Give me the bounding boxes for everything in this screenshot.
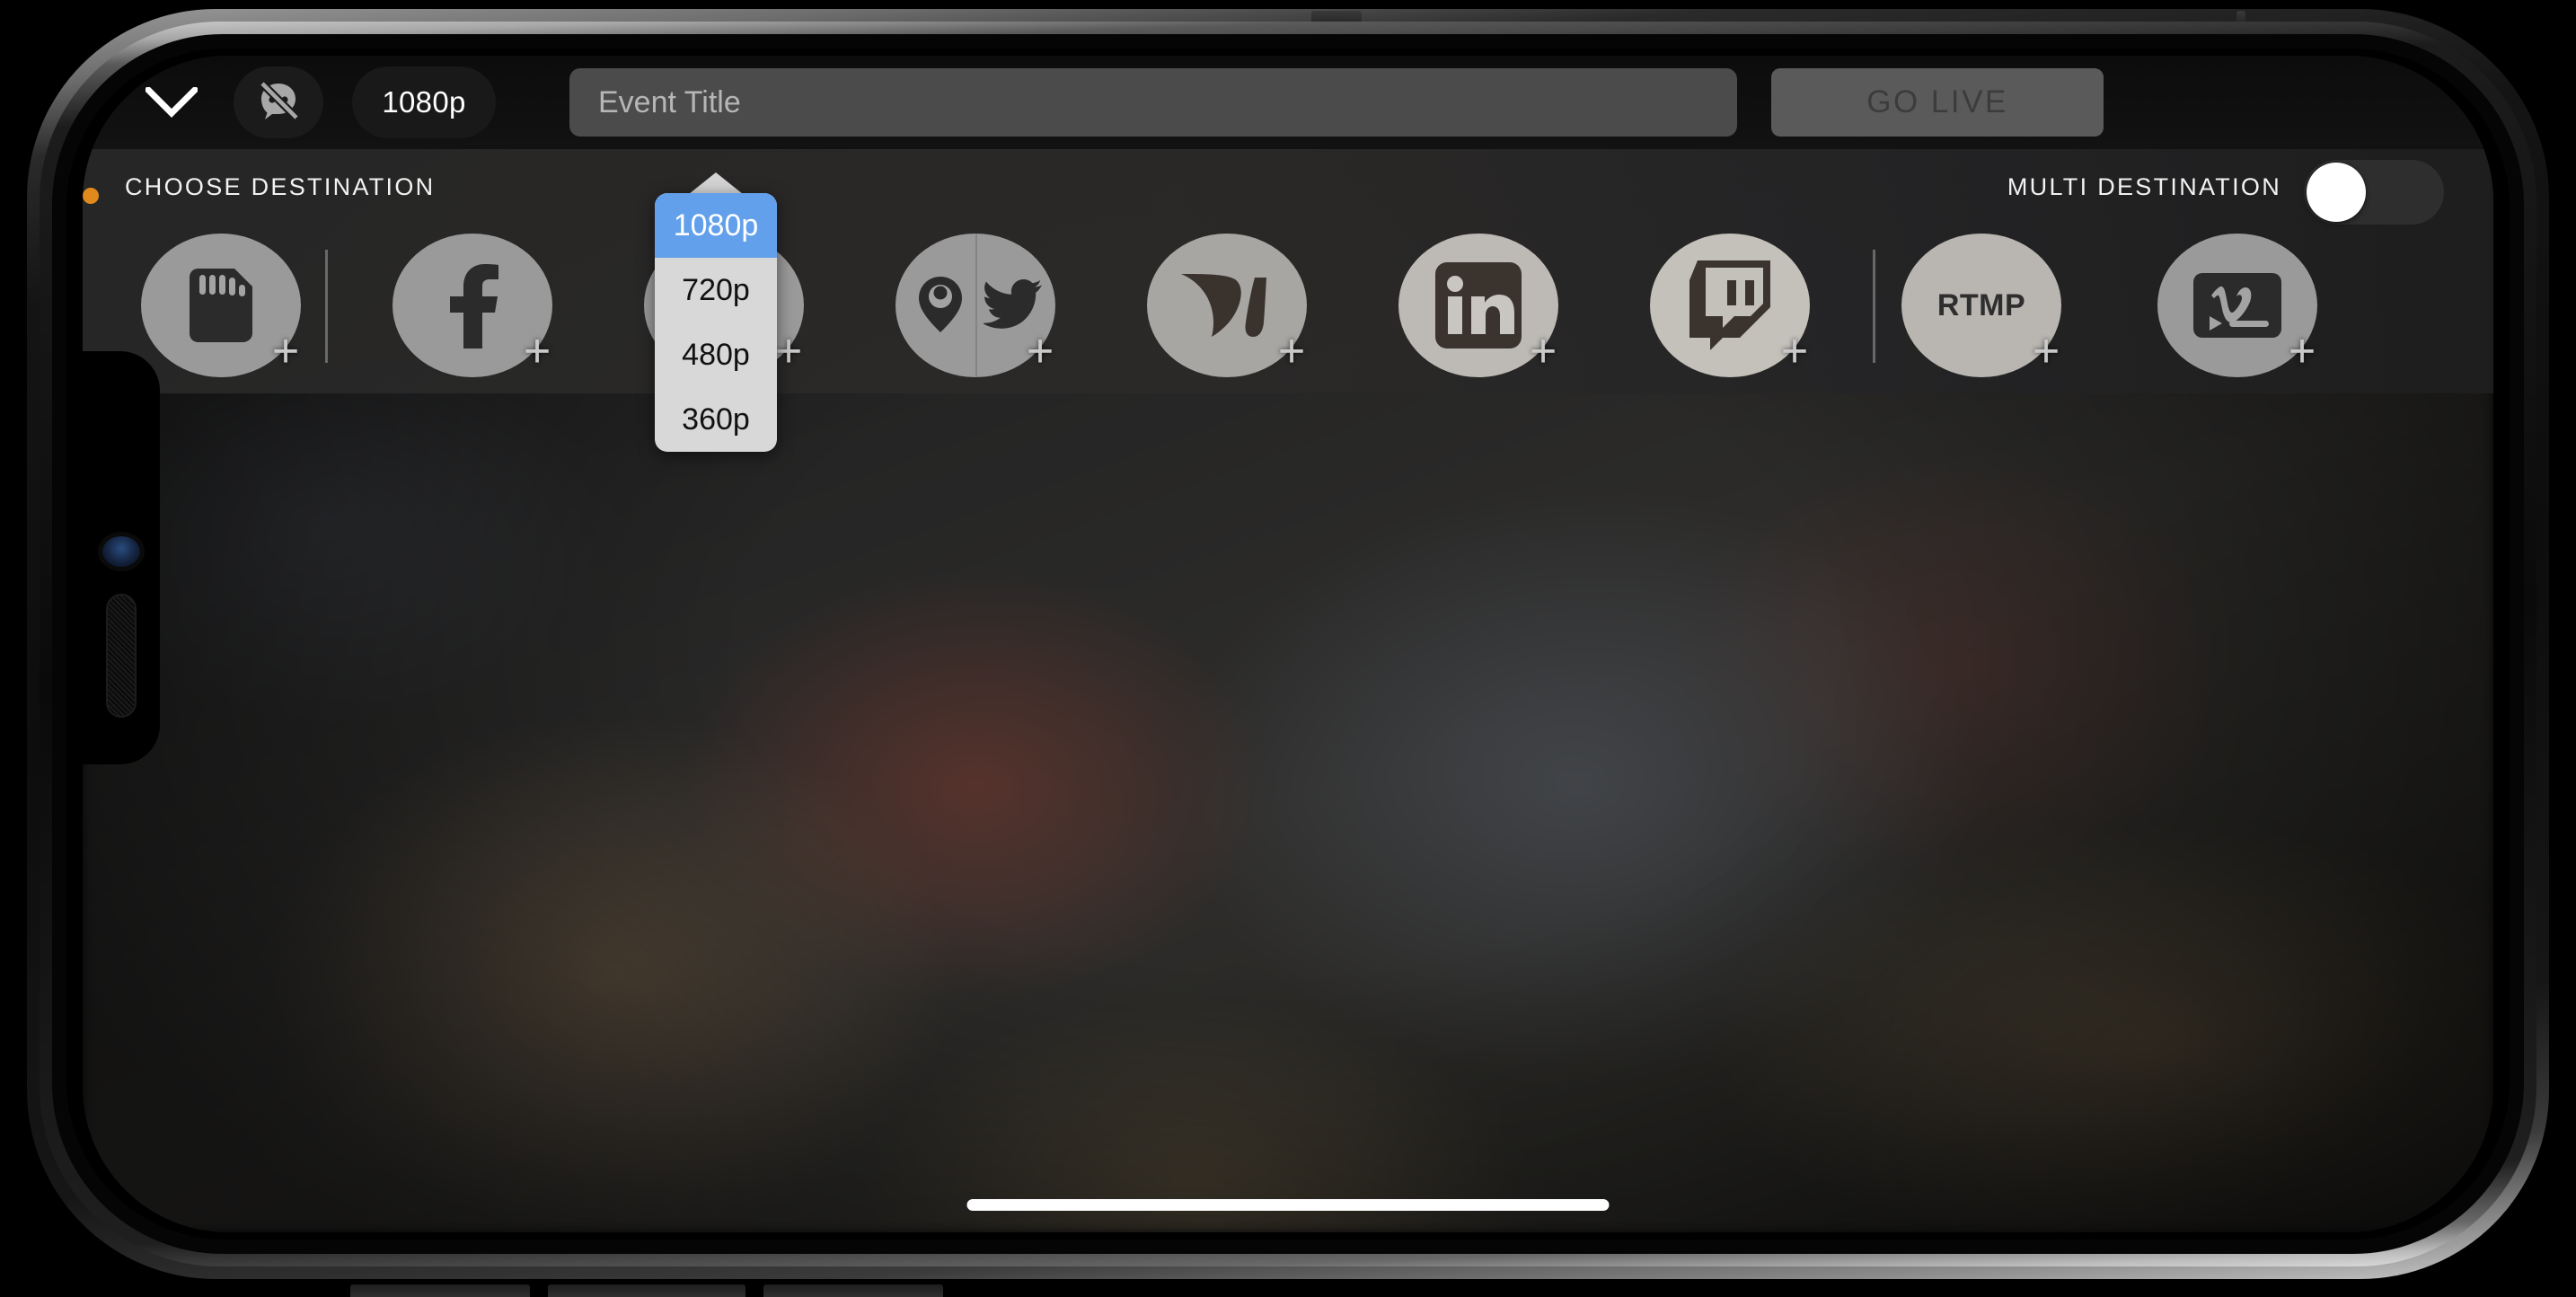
vimeo-livestream-icon xyxy=(2192,271,2283,340)
destination-group-divider xyxy=(1873,250,1875,363)
twitter-icon xyxy=(984,278,1043,329)
choose-destination-label: CHOOSE DESTINATION xyxy=(125,173,436,200)
add-destination-icon[interactable]: + xyxy=(1519,327,1567,375)
resolution-value-label: 1080p xyxy=(382,85,466,119)
dropdown-arrow-icon xyxy=(689,172,743,194)
wowza-icon xyxy=(1179,270,1275,340)
collapse-panel-button[interactable] xyxy=(131,68,212,137)
device-button-bottom-2[interactable] xyxy=(548,1284,745,1297)
linkedin-icon xyxy=(1434,260,1523,350)
destination-rtmp[interactable]: RTMP + xyxy=(1901,234,2061,377)
front-camera-icon xyxy=(102,536,140,567)
comment-off-icon xyxy=(255,77,302,128)
multi-destination-toggle[interactable] xyxy=(2304,160,2444,225)
add-destination-icon[interactable]: + xyxy=(2278,327,2326,375)
destination-split-divider xyxy=(975,234,977,377)
go-live-button[interactable]: GO LIVE xyxy=(1771,68,2104,137)
toggle-knob xyxy=(2307,163,2366,222)
dropdown-option-360p[interactable]: 360p xyxy=(655,387,777,452)
twitch-icon xyxy=(1686,259,1774,352)
chevron-down-icon xyxy=(146,87,198,118)
destination-facebook[interactable]: + xyxy=(393,234,552,377)
comments-toggle-button[interactable] xyxy=(234,66,323,138)
dropdown-option-720p[interactable]: 720p xyxy=(655,258,777,322)
home-indicator[interactable] xyxy=(966,1199,1610,1211)
facebook-icon xyxy=(443,262,502,349)
destination-twitch[interactable]: + xyxy=(1650,234,1810,377)
periscope-icon xyxy=(917,275,964,334)
top-control-bar: 1080p GO LIVE xyxy=(83,56,2493,149)
choose-destination-panel: CHOOSE DESTINATION MULTI DESTINATION + +… xyxy=(83,149,2493,393)
destination-linkedin[interactable]: + xyxy=(1398,234,1558,377)
destination-vimeo[interactable]: + xyxy=(2157,234,2317,377)
resolution-selector-button[interactable]: 1080p xyxy=(352,66,496,138)
earpiece-speaker-icon xyxy=(106,594,137,718)
add-destination-icon[interactable]: + xyxy=(513,327,561,375)
add-destination-icon[interactable]: + xyxy=(1267,327,1316,375)
destination-sd-card[interactable]: + xyxy=(141,234,301,377)
destination-periscope-twitter[interactable]: + xyxy=(895,234,1055,377)
add-destination-icon[interactable]: + xyxy=(2022,327,2070,375)
recording-indicator-dot xyxy=(83,188,99,204)
device-notch xyxy=(83,351,160,764)
resolution-dropdown-menu: 1080p 720p 480p 360p xyxy=(655,172,777,452)
destination-wowza[interactable]: + xyxy=(1147,234,1307,377)
dropdown-list: 1080p 720p 480p 360p xyxy=(655,193,777,452)
screenshot-root: 1080p GO LIVE CHOOSE DESTINATION MULTI D… xyxy=(0,0,2576,1297)
rtmp-text-icon: RTMP xyxy=(1936,287,2026,322)
phone-screen: 1080p GO LIVE CHOOSE DESTINATION MULTI D… xyxy=(83,56,2493,1232)
dropdown-option-1080p[interactable]: 1080p xyxy=(655,193,777,258)
add-destination-icon[interactable]: + xyxy=(261,327,310,375)
device-button-bottom-3[interactable] xyxy=(763,1284,943,1297)
dropdown-option-480p[interactable]: 480p xyxy=(655,322,777,387)
event-title-input[interactable] xyxy=(569,68,1737,137)
destination-icon-row: + + + + + + + RTMP + + xyxy=(83,234,2493,377)
add-destination-icon[interactable]: + xyxy=(1016,327,1064,375)
destination-group-divider xyxy=(325,250,328,363)
sd-card-icon xyxy=(186,267,256,344)
device-button-bottom-1[interactable] xyxy=(350,1284,530,1297)
add-destination-icon[interactable]: + xyxy=(1770,327,1819,375)
multi-destination-label: MULTI DESTINATION xyxy=(2007,173,2281,200)
